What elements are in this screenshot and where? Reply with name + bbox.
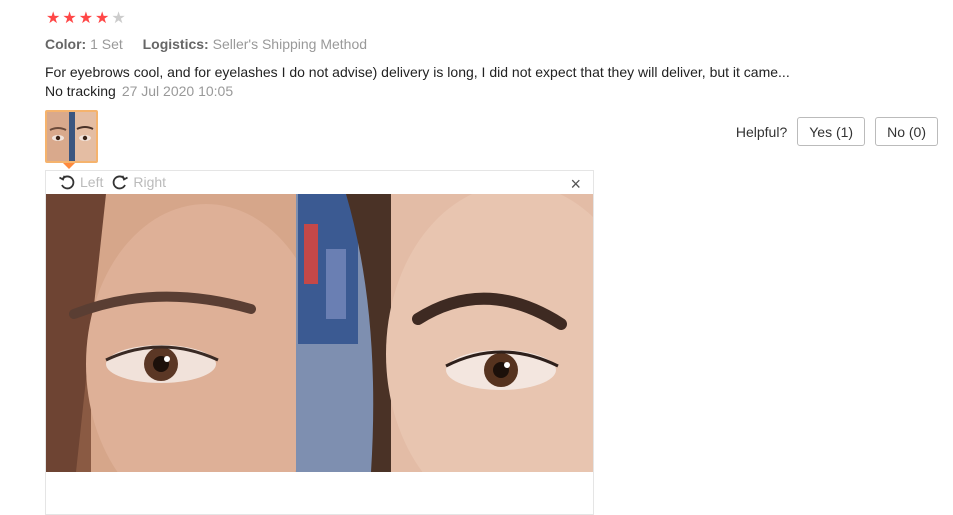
rotate-right-icon <box>113 175 129 190</box>
helpful-voting: Helpful? Yes (1) No (0) <box>736 117 938 146</box>
viewer-toolbar: Left Right <box>58 173 166 191</box>
close-icon[interactable]: × <box>570 174 581 194</box>
color-value: 1 Set <box>90 36 123 52</box>
review-photo-thumbnail[interactable] <box>45 110 98 163</box>
helpful-yes-button[interactable]: Yes (1) <box>797 117 866 146</box>
review-attributes: Color: 1 Set Logistics: Seller's Shippin… <box>45 36 367 52</box>
helpful-label: Helpful? <box>735 123 788 140</box>
rotate-left-button[interactable]: Left <box>58 173 103 191</box>
rotate-right-button[interactable]: Right <box>111 173 166 191</box>
rotate-left-label: Left <box>80 174 104 190</box>
review-date: 27 Jul 2020 10:05 <box>121 83 234 99</box>
thumbnail-pointer <box>63 163 75 169</box>
star-icon: ★ <box>78 10 94 27</box>
color-label: Color: <box>45 36 87 52</box>
logistics-label: Logistics: <box>142 36 209 52</box>
star-icon: ★ <box>111 10 126 27</box>
review-photo <box>46 194 593 472</box>
star-icon: ★ <box>46 10 61 27</box>
rating-stars: ★ ★ ★ ★ ★ <box>46 11 126 27</box>
helpful-no-button[interactable]: No (0) <box>875 117 938 146</box>
thumbnail-image <box>47 112 96 161</box>
star-icon: ★ <box>95 10 110 27</box>
star-icon: ★ <box>62 10 77 27</box>
rotate-right-label: Right <box>133 174 167 190</box>
photo-viewer: Left Right × <box>45 170 594 515</box>
logistics-value: Seller's Shipping Method <box>212 36 368 52</box>
rotate-left-icon <box>59 175 75 190</box>
review-body: For eyebrows cool, and for eyelashes I d… <box>45 63 805 101</box>
